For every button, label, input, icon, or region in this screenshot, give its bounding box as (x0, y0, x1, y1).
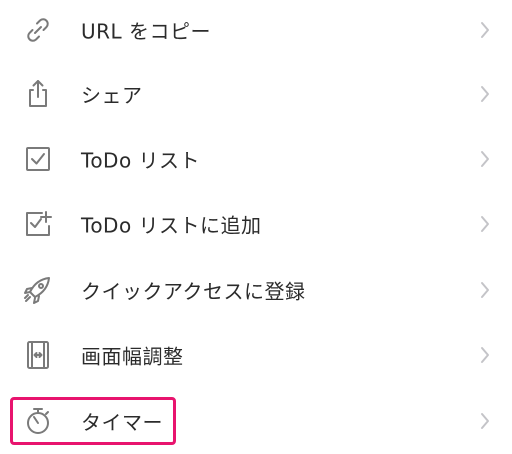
checkbox-add-icon (22, 208, 54, 240)
chevron-right-icon (478, 214, 492, 234)
stopwatch-icon (22, 405, 54, 437)
menu-item-label: 画面幅調整 (81, 344, 184, 369)
menu-item-label: クイックアクセスに登録 (81, 279, 306, 304)
share-icon (22, 78, 54, 110)
menu-item-add-to-todo[interactable]: ToDo リストに追加 (0, 194, 512, 254)
menu-item-label: ToDo リストに追加 (81, 213, 262, 238)
chevron-right-icon (478, 411, 492, 431)
menu-item-share[interactable]: シェア (0, 64, 512, 124)
chevron-right-icon (478, 149, 492, 169)
menu-item-todo-list[interactable]: ToDo リスト (0, 129, 512, 189)
menu-item-label: ToDo リスト (81, 148, 201, 173)
menu-item-label: URL をコピー (81, 19, 212, 44)
chevron-right-icon (478, 20, 492, 40)
link-icon (22, 14, 54, 46)
width-adjust-icon (22, 339, 54, 371)
menu-item-label: タイマー (81, 410, 163, 435)
chevron-right-icon (478, 280, 492, 300)
chevron-right-icon (478, 345, 492, 365)
menu-item-copy-url[interactable]: URL をコピー (0, 0, 512, 60)
chevron-right-icon (478, 84, 492, 104)
menu-item-screen-width[interactable]: 画面幅調整 (0, 325, 512, 385)
menu-item-timer[interactable]: タイマー (0, 391, 512, 451)
checkbox-icon (22, 143, 54, 175)
menu-item-quick-access[interactable]: クイックアクセスに登録 (0, 260, 512, 320)
menu-item-label: シェア (81, 83, 143, 108)
rocket-icon (22, 274, 54, 306)
